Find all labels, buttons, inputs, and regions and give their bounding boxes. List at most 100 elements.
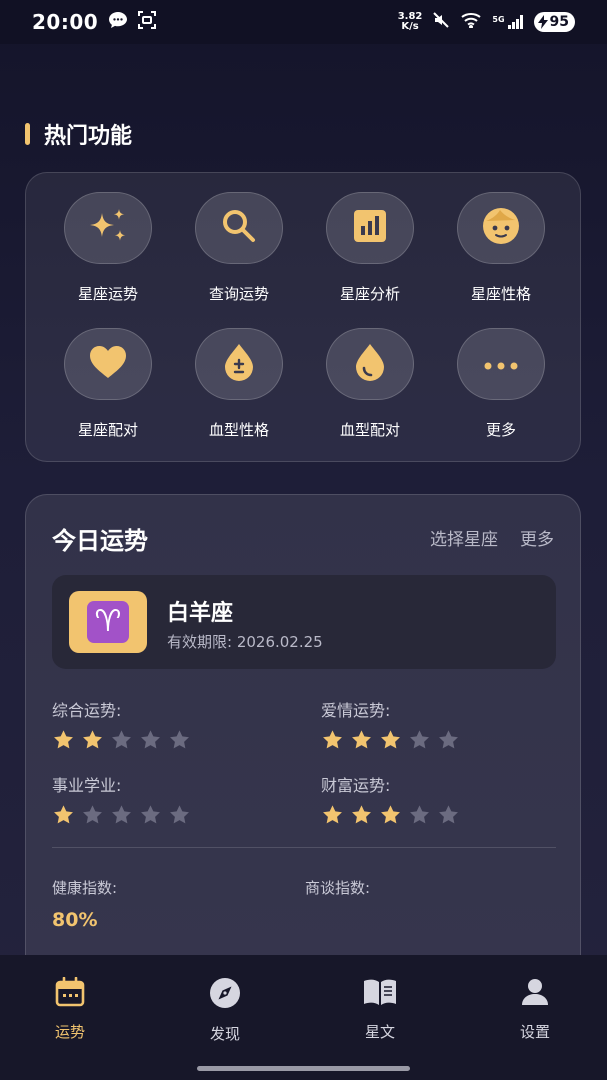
more-icon	[484, 355, 518, 374]
hot-features-card: 星座运势 查询运势 星座分析 星座性格 星座配对 血型性格 血型配对 更多	[25, 172, 581, 462]
rating-career: 事业学业:	[52, 772, 191, 826]
star-filled-icon	[352, 730, 371, 749]
heart-icon	[89, 345, 127, 383]
user-icon	[520, 977, 550, 1011]
star-empty-icon	[439, 730, 458, 749]
home-indicator[interactable]	[197, 1066, 410, 1071]
book-icon	[362, 977, 398, 1011]
negotiation-index-label: 商谈指数:	[305, 879, 371, 897]
feature-zodiac-fortune[interactable]: 星座运势	[43, 192, 173, 304]
star-empty-icon	[112, 730, 131, 749]
section-accent-bar	[25, 123, 30, 145]
star-filled-icon	[381, 730, 400, 749]
nav-label: 发现	[209, 1025, 240, 1043]
star-empty-icon	[170, 730, 189, 749]
nav-label: 运势	[54, 1023, 85, 1041]
rating-label: 综合运势:	[52, 701, 122, 720]
feature-icon-circle	[195, 192, 283, 264]
nav-tab-settings[interactable]: 设置	[475, 977, 595, 1042]
star-filled-icon	[323, 805, 342, 824]
star-rating	[321, 804, 460, 826]
star-filled-icon	[381, 805, 400, 824]
feature-zodiac-match[interactable]: 星座配对	[43, 328, 173, 440]
nav-tab-fortune[interactable]: 运势	[10, 976, 130, 1042]
sign-validity: 有效期限: 2026.02.25	[167, 633, 323, 651]
wifi-icon	[460, 12, 482, 32]
feature-label: 星座配对	[77, 421, 138, 439]
feature-icon-circle	[326, 328, 414, 400]
aries-symbol: ♈	[87, 601, 129, 643]
feature-more[interactable]: 更多	[436, 328, 566, 440]
face-icon	[482, 207, 520, 249]
feature-zodiac-personality[interactable]: 星座性格	[436, 192, 566, 304]
nav-tab-discover[interactable]: 发现	[165, 977, 285, 1044]
status-bar: 20:00 3.82 K/s 5G 95	[0, 0, 607, 44]
compass-icon	[209, 977, 241, 1013]
star-rating	[321, 729, 460, 751]
star-filled-icon	[323, 730, 342, 749]
today-fortune-card: 今日运势 选择星座 更多 ♈ 白羊座 有效期限: 2026.02.25 综合运势…	[25, 494, 581, 1014]
star-filled-icon	[54, 730, 73, 749]
chart-icon	[353, 209, 387, 247]
calendar-icon	[55, 976, 85, 1011]
rating-label: 爱情运势:	[321, 701, 391, 720]
feature-label: 血型性格	[208, 421, 269, 439]
divider	[52, 847, 556, 848]
bottom-nav: 运势 发现 星文 设置	[0, 955, 607, 1080]
star-empty-icon	[112, 805, 131, 824]
feature-icon-circle	[195, 328, 283, 400]
star-rating	[52, 804, 191, 826]
blood-drop-plus-minus-icon	[223, 343, 255, 385]
star-empty-icon	[439, 805, 458, 824]
star-empty-icon	[141, 730, 160, 749]
rating-label: 事业学业:	[52, 776, 122, 795]
rating-love: 爱情运势:	[321, 697, 460, 751]
screenshot-icon	[138, 11, 157, 33]
feature-icon-circle	[326, 192, 414, 264]
rating-label: 财富运势:	[321, 776, 391, 795]
feature-zodiac-analysis[interactable]: 星座分析	[305, 192, 435, 304]
fortune-actions: 选择星座 更多	[430, 525, 554, 550]
feature-query-fortune[interactable]: 查询运势	[174, 192, 304, 304]
status-time: 20:00	[32, 10, 99, 34]
blood-drop-icon	[354, 343, 386, 385]
feature-icon-circle	[457, 328, 545, 400]
feature-blood-type-personality[interactable]: 血型性格	[174, 328, 304, 440]
feature-label: 血型配对	[339, 421, 400, 439]
feature-icon-circle	[64, 192, 152, 264]
feature-label: 更多	[485, 421, 516, 439]
feature-icon-circle	[64, 328, 152, 400]
health-index-value: 80%	[52, 909, 98, 931]
star-rating	[52, 729, 191, 751]
nav-tab-star-text[interactable]: 星文	[320, 977, 440, 1042]
star-filled-icon	[54, 805, 73, 824]
star-filled-icon	[83, 730, 102, 749]
feature-label: 星座分析	[339, 285, 400, 303]
star-empty-icon	[170, 805, 189, 824]
nav-label: 星文	[364, 1023, 395, 1041]
star-empty-icon	[410, 730, 429, 749]
select-sign-link[interactable]: 选择星座	[430, 525, 498, 550]
mute-icon	[432, 11, 450, 33]
nav-label: 设置	[519, 1023, 550, 1041]
hot-features-title: 热门功能	[44, 124, 133, 149]
cellular-signal-icon: 5G	[492, 15, 523, 29]
star-empty-icon	[410, 805, 429, 824]
star-filled-icon	[352, 805, 371, 824]
feature-label: 查询运势	[208, 285, 269, 303]
star-empty-icon	[141, 805, 160, 824]
hot-features-header: 热门功能	[25, 118, 132, 150]
current-sign-box[interactable]: ♈ 白羊座 有效期限: 2026.02.25	[52, 575, 556, 669]
star-empty-icon	[83, 805, 102, 824]
feature-label: 星座性格	[470, 285, 531, 303]
sign-name: 白羊座	[167, 601, 234, 626]
more-link[interactable]: 更多	[520, 525, 554, 550]
search-icon	[221, 208, 257, 248]
feature-icon-circle	[457, 192, 545, 264]
feature-blood-type-match[interactable]: 血型配对	[305, 328, 435, 440]
network-speed: 3.82 K/s	[397, 11, 423, 32]
feature-label: 星座运势	[77, 285, 138, 303]
aries-icon: ♈	[69, 591, 147, 653]
rating-overall: 综合运势:	[52, 697, 191, 751]
rating-wealth: 财富运势:	[321, 772, 460, 826]
